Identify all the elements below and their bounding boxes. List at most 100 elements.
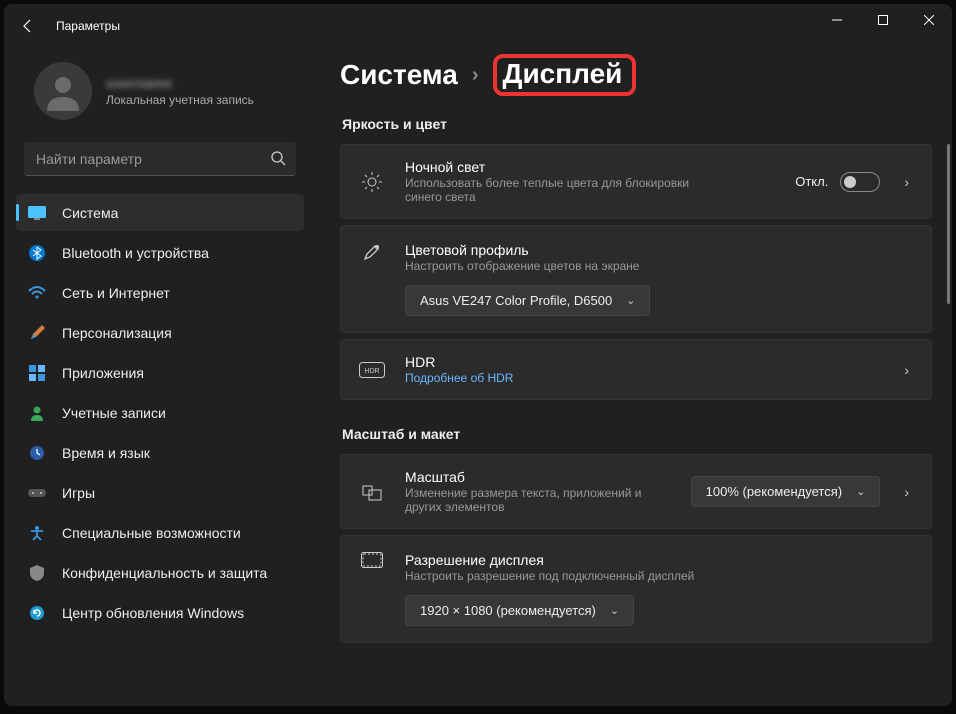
resolution-icon — [359, 552, 385, 568]
sidebar-item-update[interactable]: Центр обновления Windows — [16, 594, 304, 631]
person-icon — [43, 71, 83, 111]
sidebar-item-apps[interactable]: Приложения — [16, 354, 304, 391]
scrollbar[interactable] — [947, 144, 950, 304]
scale-icon — [359, 482, 385, 502]
content-area: username Локальная учетная запись Систем… — [4, 48, 952, 706]
toggle-group: Откл. — [795, 172, 880, 192]
gamepad-icon — [28, 484, 46, 502]
close-icon — [924, 15, 934, 25]
shield-icon — [28, 564, 46, 582]
dropdown-value: 100% (рекомендуется) — [706, 484, 842, 499]
update-icon — [28, 604, 46, 622]
dropdown-value: Asus VE247 Color Profile, D6500 — [420, 293, 612, 308]
titlebar: Параметры — [4, 4, 952, 48]
chevron-right-icon[interactable]: › — [900, 174, 913, 190]
card-subtitle: Настроить разрешение под подключенный ди… — [405, 569, 725, 583]
search-input[interactable] — [24, 142, 296, 176]
chevron-right-icon[interactable]: › — [900, 362, 913, 378]
sidebar-item-label: Bluetooth и устройства — [62, 245, 209, 261]
sidebar-item-accessibility[interactable]: Специальные возможности — [16, 514, 304, 551]
profile-info: username Локальная учетная запись — [106, 75, 254, 107]
main-panel: Система › Дисплей Яркость и цвет Ночной … — [320, 48, 952, 706]
minimize-button[interactable] — [814, 4, 860, 36]
card-subtitle: Использовать более теплые цвета для блок… — [405, 176, 725, 204]
wifi-icon — [28, 284, 46, 302]
arrow-left-icon — [20, 18, 36, 34]
section-brightness-heading: Яркость и цвет — [342, 116, 932, 132]
breadcrumb-current: Дисплей — [503, 58, 623, 89]
maximize-button[interactable] — [860, 4, 906, 36]
nav-list: Система Bluetooth и устройства Сеть и Ин… — [12, 194, 308, 631]
card-resolution: Разрешение дисплея Настроить разрешение … — [340, 535, 932, 643]
sidebar-item-label: Конфиденциальность и защита — [62, 565, 267, 581]
breadcrumb-current-highlight: Дисплей — [493, 54, 637, 96]
close-button[interactable] — [906, 4, 952, 36]
bluetooth-icon — [28, 244, 46, 262]
accessibility-icon — [28, 524, 46, 542]
sidebar-item-label: Игры — [62, 485, 95, 501]
hdr-link[interactable]: Подробнее об HDR — [405, 371, 725, 385]
chevron-right-icon[interactable]: › — [900, 484, 913, 500]
sidebar-item-accounts[interactable]: Учетные записи — [16, 394, 304, 431]
card-subtitle: Изменение размера текста, приложений и д… — [405, 486, 671, 514]
sidebar-item-label: Время и язык — [62, 445, 150, 461]
avatar — [34, 62, 92, 120]
scale-dropdown[interactable]: 100% (рекомендуется) ⌄ — [691, 476, 881, 507]
sun-icon — [359, 171, 385, 193]
card-title: HDR — [405, 354, 880, 370]
profile-name: username — [106, 75, 254, 91]
display-icon — [28, 204, 46, 222]
toggle-state-label: Откл. — [795, 174, 828, 189]
sidebar: username Локальная учетная запись Систем… — [4, 48, 320, 706]
sidebar-item-label: Персонализация — [62, 325, 172, 341]
section-scale-heading: Масштаб и макет — [342, 426, 932, 442]
sidebar-item-label: Центр обновления Windows — [62, 605, 244, 621]
card-hdr[interactable]: HDR HDR Подробнее об HDR › — [340, 339, 932, 400]
apps-icon — [28, 364, 46, 382]
card-body: Ночной свет Использовать более теплые цв… — [405, 159, 775, 204]
person-icon — [28, 404, 46, 422]
card-title: Разрешение дисплея — [405, 552, 913, 568]
sidebar-item-personalization[interactable]: Персонализация — [16, 314, 304, 351]
card-title: Ночной свет — [405, 159, 775, 175]
card-nightlight[interactable]: Ночной свет Использовать более теплые цв… — [340, 144, 932, 219]
svg-text:HDR: HDR — [364, 368, 379, 375]
chevron-down-icon: ⌄ — [626, 294, 635, 307]
clock-icon — [28, 444, 46, 462]
sidebar-item-label: Система — [62, 205, 118, 221]
chevron-right-icon: › — [472, 64, 479, 87]
sidebar-item-label: Приложения — [62, 365, 144, 381]
back-button[interactable] — [12, 10, 44, 42]
search-box — [24, 142, 296, 176]
minimize-icon — [832, 15, 842, 25]
sidebar-item-label: Сеть и Интернет — [62, 285, 170, 301]
sidebar-item-network[interactable]: Сеть и Интернет — [16, 274, 304, 311]
window-controls — [814, 4, 952, 36]
card-title: Цветовой профиль — [405, 242, 913, 258]
resolution-dropdown[interactable]: 1920 × 1080 (рекомендуется) ⌄ — [405, 595, 634, 626]
sidebar-item-time[interactable]: Время и язык — [16, 434, 304, 471]
search-icon — [270, 150, 286, 171]
settings-window: Параметры username Локальная учетная зап… — [4, 4, 952, 706]
sidebar-item-label: Учетные записи — [62, 405, 166, 421]
card-colorprofile: Цветовой профиль Настроить отображение ц… — [340, 225, 932, 333]
profile-type: Локальная учетная запись — [106, 93, 254, 107]
sidebar-item-system[interactable]: Система — [16, 194, 304, 231]
sidebar-item-gaming[interactable]: Игры — [16, 474, 304, 511]
brush-icon — [28, 324, 46, 342]
card-title: Масштаб — [405, 469, 671, 485]
window-title: Параметры — [56, 19, 120, 33]
sidebar-item-privacy[interactable]: Конфиденциальность и защита — [16, 554, 304, 591]
nightlight-toggle[interactable] — [840, 172, 880, 192]
hdr-icon: HDR — [359, 362, 385, 378]
breadcrumb: Система › Дисплей — [340, 54, 932, 96]
dropdown-value: 1920 × 1080 (рекомендуется) — [420, 603, 596, 618]
profile-block[interactable]: username Локальная учетная запись — [12, 48, 308, 142]
chevron-down-icon: ⌄ — [856, 485, 865, 498]
colorprofile-dropdown[interactable]: Asus VE247 Color Profile, D6500 ⌄ — [405, 285, 650, 316]
card-scale[interactable]: Масштаб Изменение размера текста, прилож… — [340, 454, 932, 529]
sidebar-item-label: Специальные возможности — [62, 525, 241, 541]
sidebar-item-bluetooth[interactable]: Bluetooth и устройства — [16, 234, 304, 271]
breadcrumb-parent[interactable]: Система — [340, 59, 458, 91]
maximize-icon — [878, 15, 888, 25]
